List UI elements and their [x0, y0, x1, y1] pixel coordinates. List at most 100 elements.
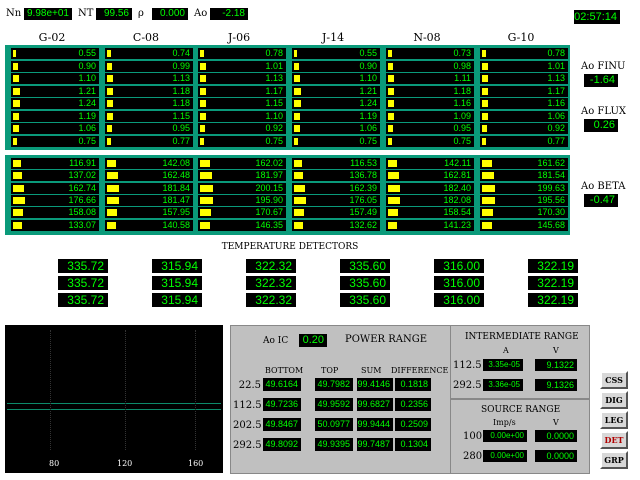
side-button-css[interactable]: CSS [600, 371, 628, 389]
level-bar [482, 209, 493, 217]
power-col-difference: DIFFERENCE [391, 366, 449, 375]
level-bar [294, 209, 304, 217]
upper-grid-cell: 0.74 [105, 48, 193, 59]
temperature-value: 335.60 [340, 293, 390, 307]
level-bar [294, 112, 300, 120]
trend-xtick: 160 [188, 459, 204, 468]
aoic-value: 0.20 [299, 334, 327, 347]
upper-grid-value: 0.95 [172, 123, 190, 133]
level-bar [13, 75, 19, 82]
level-bar [482, 112, 488, 120]
lower-grid-cell: 158.54 [386, 207, 474, 219]
lower-grid-cell: 162.48 [105, 170, 193, 182]
level-bar [482, 125, 487, 132]
level-bar [107, 196, 119, 204]
temperature-value: 322.32 [246, 276, 296, 290]
level-bar [388, 196, 400, 204]
lower-grid-cell: 142.11 [386, 158, 474, 169]
lower-grid-value: 142.08 [162, 158, 190, 168]
upper-grid-value: 1.01 [547, 60, 565, 71]
upper-grid-value: 1.13 [172, 73, 190, 83]
lower-grid-value: 162.02 [255, 158, 283, 168]
temperature-value: 322.19 [528, 276, 578, 290]
upper-grid-value: 0.77 [547, 135, 565, 146]
upper-grid-value: 1.17 [547, 85, 565, 96]
lower-grid-cell: 195.90 [198, 194, 286, 206]
lower-grid-cell: 132.62 [292, 219, 380, 231]
level-bar [482, 137, 486, 145]
side-button-grp[interactable]: GRP [600, 451, 628, 469]
lower-grid-cell: 140.58 [105, 219, 193, 231]
level-bar [200, 221, 210, 229]
level-bar [107, 184, 119, 192]
lower-grid-value: 137.02 [68, 170, 96, 181]
upper-grid-cell: 0.90 [292, 60, 380, 72]
rho-label: ρ [138, 8, 144, 19]
upper-grid-value: 0.92 [265, 123, 283, 133]
ao-value: -2.18 [210, 8, 248, 20]
upper-grid-value: 1.16 [547, 98, 565, 108]
level-bar [388, 100, 394, 107]
upper-grid-value: 1.10 [265, 110, 283, 121]
level-bar [294, 160, 302, 167]
upper-grid-cell: 1.18 [386, 85, 474, 97]
level-bar [482, 172, 494, 180]
level-bar [200, 100, 206, 107]
upper-grid-value: 1.10 [359, 73, 377, 83]
upper-grid-value: 0.73 [453, 48, 471, 58]
level-bar [388, 87, 394, 95]
lower-grid-cell: 162.74 [11, 182, 99, 194]
power-col-top: TOP [321, 366, 339, 375]
lower-grid-cell: 182.08 [386, 194, 474, 206]
upper-grid-cell: 1.06 [11, 123, 99, 134]
level-bar [107, 209, 117, 217]
source-v-value: 0.0000 [535, 430, 577, 442]
power-range-panel: Ao IC 0.20 POWER RANGE BOTTOM TOP SUM DI… [230, 325, 451, 474]
level-bar [107, 75, 113, 82]
flux-value: 0.26 [584, 119, 618, 132]
upper-grid-cell: 0.78 [480, 48, 568, 59]
upper-grid-cell: 1.16 [386, 98, 474, 109]
lower-grid-cell: 162.39 [292, 182, 380, 194]
level-bar [388, 125, 393, 132]
upper-grid-cell: 1.06 [292, 123, 380, 134]
upper-grid-cell: 1.18 [105, 85, 193, 97]
upper-grid-value: 0.78 [547, 48, 565, 58]
level-bar [13, 62, 18, 70]
lower-grid-value: 195.90 [255, 194, 283, 205]
lower-grid-cell: 199.63 [480, 182, 568, 194]
level-bar [294, 125, 300, 132]
level-bar [294, 50, 297, 57]
upper-grid-panel: 0.55 0.90 1.10 1.21 1.24 1.19 1.06 0.75 0.74 0.99… [5, 45, 570, 150]
lower-grid-cell: 162.81 [386, 170, 474, 182]
lower-grid-value: 170.30 [537, 207, 565, 218]
level-bar [107, 50, 111, 57]
side-button-dig[interactable]: DIG [600, 391, 628, 409]
lower-grid-value: 132.62 [349, 219, 377, 230]
upper-grid-value: 0.92 [547, 123, 565, 133]
side-button-det[interactable]: DET [600, 431, 628, 449]
trend-line-top [7, 403, 221, 404]
side-button-leg[interactable]: LEG [600, 411, 628, 429]
level-bar [294, 75, 300, 82]
level-bar [388, 75, 394, 82]
level-bar [482, 221, 492, 229]
upper-grid-value: 0.75 [359, 135, 377, 146]
upper-grid-value: 0.74 [172, 48, 190, 58]
source-row-label: 280 [463, 451, 483, 462]
upper-grid-cell: 1.24 [11, 98, 99, 109]
upper-grid-value: 1.21 [359, 85, 377, 96]
lower-grid-value: 146.35 [255, 219, 283, 230]
temperature-value: 316.00 [434, 259, 484, 273]
lower-grid-cell: 116.53 [292, 158, 380, 169]
intermediate-row-label: 112.5 [453, 360, 482, 371]
trend-xtick: 120 [117, 459, 133, 468]
lower-grid-value: 133.07 [68, 219, 96, 230]
upper-grid-value: 1.18 [453, 85, 471, 96]
upper-grid-cell: 1.06 [480, 110, 568, 122]
lower-grid-cell: 195.56 [480, 194, 568, 206]
power-row-label: 112.5 [233, 400, 262, 411]
finu-value: -1.64 [584, 74, 618, 87]
upper-grid-cell: 1.09 [386, 110, 474, 122]
upper-grid-cell: 1.16 [480, 98, 568, 109]
